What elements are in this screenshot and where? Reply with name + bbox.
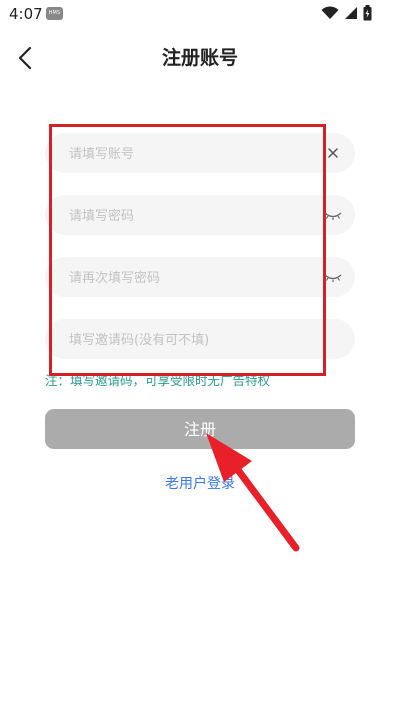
invite-code-input[interactable] xyxy=(67,319,321,361)
wifi-icon xyxy=(321,6,339,19)
password-input[interactable] xyxy=(67,195,321,237)
account-input[interactable] xyxy=(67,133,321,175)
register-button[interactable]: 注册 xyxy=(45,409,355,449)
password-confirm-visibility-toggle[interactable] xyxy=(323,267,343,287)
clear-icon xyxy=(328,148,338,158)
battery-icon xyxy=(363,5,372,21)
clear-button[interactable] xyxy=(323,143,343,163)
back-button[interactable] xyxy=(12,44,40,72)
eye-closed-icon xyxy=(324,212,342,220)
eye-closed-icon xyxy=(324,274,342,282)
page-title: 注册账号 xyxy=(161,47,238,69)
old-user-login-link[interactable]: 老用户登录 xyxy=(0,473,400,493)
chevron-left-icon xyxy=(18,46,32,70)
status-time: 4:07 xyxy=(9,5,43,23)
register-page: 4:07 HMS 注册账号 请填写账号 填写邀请码(没有可不填) 注：填写邀请码… xyxy=(0,0,400,711)
status-icons xyxy=(321,5,372,21)
signal-icon xyxy=(345,7,357,19)
account-field xyxy=(45,133,355,175)
invite-notice: 注：填写邀请码，可享受限时无广告特权 xyxy=(45,373,271,388)
invite-code-field xyxy=(45,319,355,361)
password-field xyxy=(45,195,355,237)
status-bar: 4:07 HMS xyxy=(0,0,400,28)
password-confirm-input[interactable] xyxy=(67,257,321,299)
hms-badge: HMS xyxy=(46,7,63,20)
password-visibility-toggle[interactable] xyxy=(323,205,343,225)
password-confirm-field xyxy=(45,257,355,299)
